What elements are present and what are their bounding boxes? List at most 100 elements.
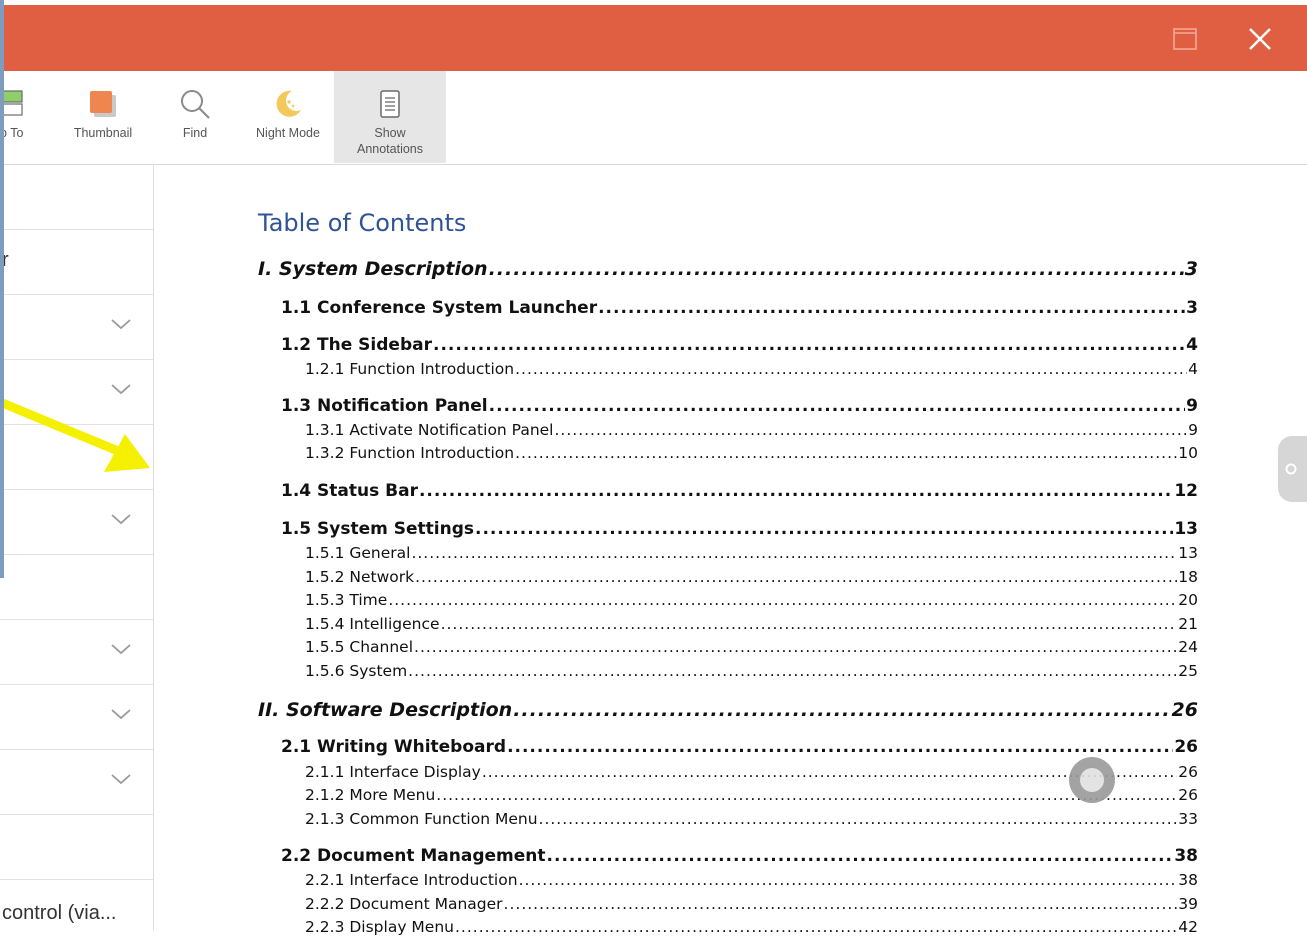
toc-entry-page: 24 bbox=[1178, 638, 1198, 656]
settings-sidebar: r control (via... bbox=[0, 165, 154, 930]
toc-leader-dots bbox=[419, 481, 1173, 501]
toc-entry-title: 1.2 The Sidebar bbox=[281, 335, 432, 355]
toc-entry[interactable]: 1.5.6 System 25 bbox=[305, 662, 1198, 680]
sidebar-row[interactable] bbox=[0, 620, 153, 685]
toc-entry-title: 1.5.2 Network bbox=[305, 568, 415, 586]
toc-entry[interactable]: 1.2 The Sidebar 4 bbox=[281, 335, 1198, 355]
toc-entry-page: 21 bbox=[1178, 615, 1198, 633]
night-mode-label: Night Mode bbox=[256, 126, 320, 140]
toc-entry[interactable]: 2.2.1 Interface Introduction 38 bbox=[305, 871, 1198, 889]
toc-leader-dots bbox=[555, 421, 1188, 439]
toc-entry[interactable]: 1.3.1 Activate Notification Panel 9 bbox=[305, 421, 1198, 439]
show-annotations-button[interactable]: Show Annotations bbox=[334, 71, 446, 163]
sidebar-row[interactable] bbox=[0, 750, 153, 815]
toc-leader-dots bbox=[436, 786, 1177, 804]
show-annotations-label: Show Annotations bbox=[356, 126, 424, 156]
toc-entry-page: 4 bbox=[1186, 335, 1198, 355]
night-mode-button[interactable]: Night Mode bbox=[244, 71, 332, 163]
sidebar-row[interactable] bbox=[0, 555, 153, 620]
title-bar bbox=[0, 0, 1307, 71]
toc-leader-dots bbox=[455, 918, 1177, 936]
chevron-down-icon bbox=[111, 774, 131, 785]
toc-leader-dots bbox=[489, 258, 1184, 280]
toc-entry-title: 2.1 Writing Whiteboard bbox=[281, 737, 507, 757]
toc-entry[interactable]: 2.2.2 Document Manager 39 bbox=[305, 895, 1198, 913]
toc-entry[interactable]: 1.2.1 Function Introduction 4 bbox=[305, 360, 1198, 378]
toc-entry-title: 2.2.3 Display Menu bbox=[305, 918, 454, 936]
toc-entry-title: 1.3 Notification Panel bbox=[281, 396, 488, 416]
sidebar-row[interactable] bbox=[0, 815, 153, 880]
find-label: Find bbox=[182, 126, 208, 140]
floating-assist-button[interactable] bbox=[1069, 757, 1115, 803]
toc-entry-title: 2.2 Document Management bbox=[281, 846, 546, 866]
close-button[interactable] bbox=[1243, 22, 1277, 56]
toc-leader-dots bbox=[411, 544, 1177, 562]
toc-entry[interactable]: 2.2.3 Display Menu 42 bbox=[305, 918, 1198, 936]
toc-entry-title: 1.5.4 Intelligence bbox=[305, 615, 440, 633]
toolbar: p To Thumbnail Find Night Mode Show Anno… bbox=[0, 71, 1307, 165]
toc-entry-title: 1.5.5 Channel bbox=[305, 638, 414, 656]
toc-entry-page: 26 bbox=[1178, 786, 1198, 804]
chevron-down-icon bbox=[111, 644, 131, 655]
toc-leader-dots bbox=[519, 871, 1178, 889]
toc-entry-title: 2.2.1 Interface Introduction bbox=[305, 871, 518, 889]
toc-entry-title: 2.1.2 More Menu bbox=[305, 786, 436, 804]
thumbnail-icon bbox=[88, 87, 118, 121]
thumbnail-button[interactable]: Thumbnail bbox=[60, 71, 146, 163]
sidebar-row[interactable] bbox=[0, 685, 153, 750]
toc-entry-page: 9 bbox=[1188, 421, 1198, 439]
search-icon bbox=[179, 87, 211, 121]
toc-leader-dots bbox=[489, 396, 1186, 416]
toc-entry-page: 25 bbox=[1178, 662, 1198, 680]
annotation-icon bbox=[378, 87, 402, 121]
toc-entry-page: 26 bbox=[1174, 737, 1198, 757]
toc-entry[interactable]: 2.1 Writing Whiteboard 26 bbox=[281, 737, 1198, 757]
toc-leader-dots bbox=[507, 737, 1173, 757]
yellow-arrow-icon bbox=[0, 397, 150, 472]
toc-leader-dots bbox=[433, 335, 1185, 355]
toc-entry-title: 1.4 Status Bar bbox=[281, 481, 418, 501]
jump-to-button[interactable]: p To bbox=[0, 71, 40, 163]
toc-entry[interactable]: 1.5.3 Time 20 bbox=[305, 591, 1198, 609]
find-button[interactable]: Find bbox=[166, 71, 224, 163]
toc-entry[interactable]: 1.5 System Settings 13 bbox=[281, 519, 1198, 539]
toc-entry-title: 1.2.1 Function Introduction bbox=[305, 360, 515, 378]
toc-entry[interactable]: 2.2 Document Management 38 bbox=[281, 846, 1198, 866]
toc-leader-dots bbox=[504, 895, 1178, 913]
toc-entry[interactable]: 1.3.2 Function Introduction 10 bbox=[305, 444, 1198, 462]
toc-leader-dots bbox=[475, 519, 1173, 539]
toc-entry-page: 33 bbox=[1178, 810, 1198, 828]
toc-entry[interactable]: 1.5.5 Channel 24 bbox=[305, 638, 1198, 656]
toc-entry-page: 12 bbox=[1174, 481, 1198, 501]
maximize-button[interactable] bbox=[1168, 22, 1202, 56]
toc-entry[interactable]: 2.1.3 Common Function Menu 33 bbox=[305, 810, 1198, 828]
moon-icon bbox=[272, 87, 304, 121]
toc-entry[interactable]: 1.3 Notification Panel 9 bbox=[281, 396, 1198, 416]
toc-entry[interactable]: 2.1.2 More Menu 26 bbox=[305, 786, 1198, 804]
sidebar-row[interactable] bbox=[0, 165, 153, 230]
sidebar-row[interactable]: r bbox=[0, 230, 153, 295]
toc-entry[interactable]: 1.5.1 General 13 bbox=[305, 544, 1198, 562]
sidebar-row[interactable] bbox=[0, 295, 153, 360]
toc-entry-title: 2.1.3 Common Function Menu bbox=[305, 810, 538, 828]
toc-entry[interactable]: 2.1.1 Interface Display 26 bbox=[305, 763, 1198, 781]
toc-entry[interactable]: 1.5.4 Intelligence 21 bbox=[305, 615, 1198, 633]
toc-entry-page: 42 bbox=[1178, 918, 1198, 936]
gear-icon bbox=[1285, 463, 1297, 475]
toc-entry[interactable]: 1.1 Conference System Launcher 3 bbox=[281, 298, 1198, 318]
chevron-down-icon bbox=[111, 709, 131, 720]
edge-handle[interactable] bbox=[1278, 436, 1307, 502]
toc-entry[interactable]: II. Software Description 26 bbox=[258, 699, 1198, 721]
toc-entry-page: 20 bbox=[1178, 591, 1198, 609]
toc-entry[interactable]: I. System Description 3 bbox=[258, 258, 1198, 280]
toc-entry[interactable]: 1.4 Status Bar 12 bbox=[281, 481, 1198, 501]
sidebar-row[interactable] bbox=[0, 490, 153, 555]
toc-entry-title: 1.3.2 Function Introduction bbox=[305, 444, 515, 462]
toc-entry-title: I. System Description bbox=[258, 258, 488, 280]
sidebar-row[interactable]: control (via... bbox=[0, 880, 153, 944]
toc-entry-title: 1.5.3 Time bbox=[305, 591, 388, 609]
toc-entry[interactable]: 1.5.2 Network 18 bbox=[305, 568, 1198, 586]
sidebar-row-text: control (via... bbox=[2, 902, 117, 924]
toc-leader-dots bbox=[598, 298, 1185, 318]
toc-leader-dots bbox=[513, 699, 1170, 721]
